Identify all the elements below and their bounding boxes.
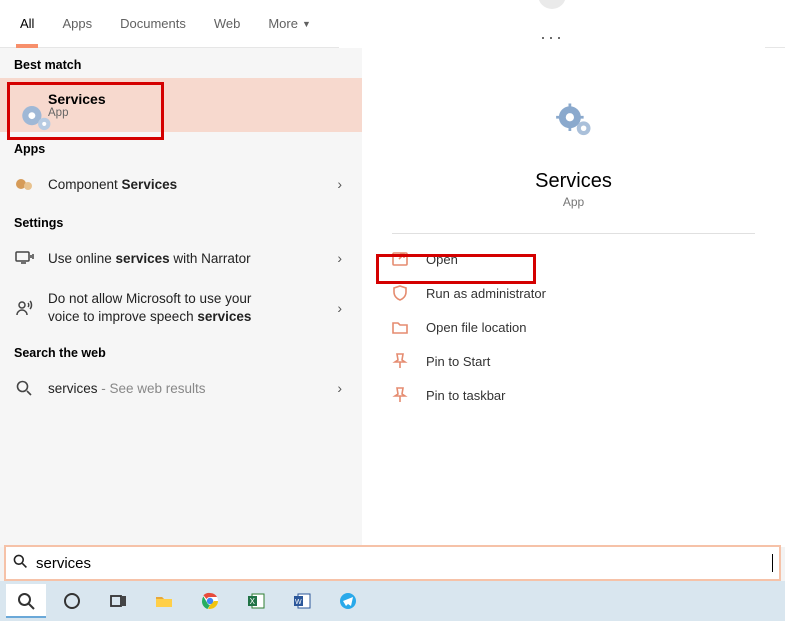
services-large-icon	[542, 88, 606, 152]
group-settings: Settings	[0, 206, 362, 236]
action-label: Run as administrator	[426, 286, 546, 301]
detail-pane: Services App Open Run as administrator O	[362, 48, 785, 547]
chevron-right-icon: ›	[337, 250, 348, 266]
taskbar-search-button[interactable]	[6, 584, 46, 618]
shield-admin-icon	[390, 284, 410, 302]
result-speech-services[interactable]: Do not allow Microsoft to use your voice…	[0, 280, 362, 336]
taskbar-file-explorer[interactable]	[144, 584, 184, 618]
tab-apps[interactable]: Apps	[62, 0, 92, 48]
group-best-match: Best match	[0, 48, 362, 78]
result-web-services[interactable]: services - See web results ›	[0, 366, 362, 410]
taskbar: X W	[0, 581, 785, 621]
taskbar-word[interactable]: W	[282, 584, 322, 618]
monitor-icon	[14, 248, 34, 268]
folder-location-icon	[390, 318, 410, 336]
search-input[interactable]	[36, 555, 773, 572]
action-pin-to-start[interactable]: Pin to Start	[380, 344, 767, 378]
chevron-down-icon: ▼	[302, 19, 311, 29]
detail-subtitle: App	[563, 195, 584, 209]
tab-all[interactable]: All	[20, 0, 34, 48]
result-label: services - See web results	[48, 381, 206, 396]
result-label: Do not allow Microsoft to use your voice…	[48, 290, 251, 326]
notification-badge[interactable]: 9	[538, 0, 566, 9]
tab-more-label: More	[268, 16, 298, 31]
search-icon	[12, 553, 28, 573]
taskbar-telegram[interactable]	[328, 584, 368, 618]
result-label: Component Services	[48, 177, 177, 192]
search-tabs: All Apps Documents Web More ▼ 9 ··· ✕	[0, 0, 785, 48]
svg-text:X: X	[250, 597, 256, 606]
action-label: Pin to taskbar	[426, 388, 506, 403]
result-narrator-services[interactable]: Use online services with Narrator ›	[0, 236, 362, 280]
annotation-highlight	[7, 82, 164, 140]
search-box[interactable]	[4, 545, 781, 581]
search-icon	[14, 378, 34, 398]
text-caret	[772, 554, 773, 572]
action-pin-to-taskbar[interactable]: Pin to taskbar	[380, 378, 767, 412]
action-open-file-location[interactable]: Open file location	[380, 310, 767, 344]
annotation-highlight	[376, 254, 536, 284]
svg-text:W: W	[295, 599, 302, 606]
taskbar-task-view-button[interactable]	[98, 584, 138, 618]
taskbar-chrome[interactable]	[190, 584, 230, 618]
tab-web[interactable]: Web	[214, 0, 241, 48]
pin-start-icon	[390, 352, 410, 370]
chevron-right-icon: ›	[337, 300, 348, 316]
divider	[392, 233, 756, 234]
person-speak-icon	[14, 298, 34, 318]
action-label: Pin to Start	[426, 354, 490, 369]
tab-documents[interactable]: Documents	[120, 0, 186, 48]
component-services-icon	[14, 174, 34, 194]
chevron-right-icon: ›	[337, 176, 348, 192]
taskbar-cortana-button[interactable]	[52, 584, 92, 618]
tab-more[interactable]: More ▼	[268, 0, 311, 48]
taskbar-excel[interactable]: X	[236, 584, 276, 618]
detail-title: Services	[535, 170, 612, 193]
more-options-icon[interactable]: ···	[540, 27, 564, 48]
action-label: Open file location	[426, 320, 526, 335]
result-label: Use online services with Narrator	[48, 251, 251, 266]
result-component-services[interactable]: Component Services ›	[0, 162, 362, 206]
chevron-right-icon: ›	[337, 380, 348, 396]
pin-taskbar-icon	[390, 386, 410, 404]
group-search-web: Search the web	[0, 336, 362, 366]
